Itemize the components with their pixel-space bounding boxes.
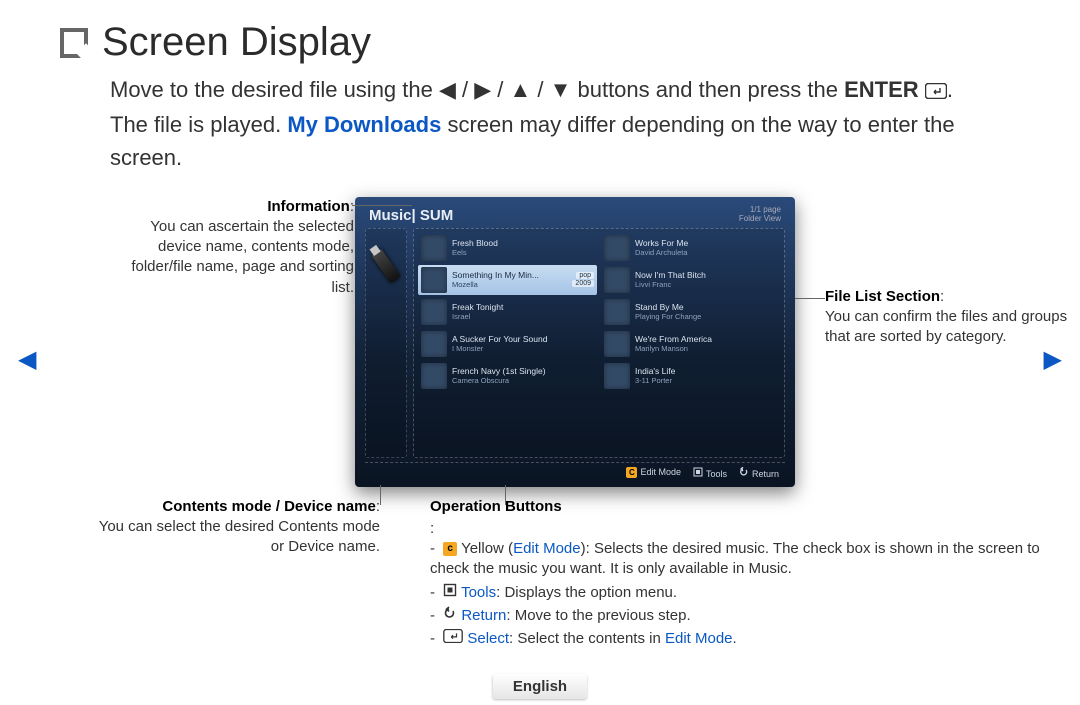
operation-bar: CEdit Mode Tools Return — [365, 462, 785, 479]
next-page-arrow[interactable]: ▶ — [1044, 345, 1062, 374]
file-list: Fresh BloodEelsSomething In My Min...Moz… — [413, 228, 785, 458]
album-thumb — [604, 299, 630, 325]
callout-contents-mode: Contents mode / Device name: You can sel… — [90, 497, 380, 558]
track-artist: David Archuleta — [635, 248, 777, 257]
page-title: Screen Display — [102, 20, 371, 65]
track-artist: Camera Obscura — [452, 376, 594, 385]
track-row[interactable]: Something In My Min...Mozellapop2009 — [418, 265, 597, 295]
callout-information: Information: You can ascertain the selec… — [124, 197, 354, 298]
track-name: French Navy (1st Single) — [452, 366, 594, 376]
track-row[interactable]: Freak TonightIsrael — [418, 297, 597, 327]
track-artist: 3-11 Porter — [635, 376, 777, 385]
return-icon — [739, 469, 749, 479]
enter-icon — [443, 629, 463, 649]
music-screenshot: Music| SUM 1/1 page Folder View Fresh Bl… — [355, 197, 795, 487]
track-name: Now I'm That Bitch — [635, 270, 777, 280]
track-artist: Marilyn Manson — [635, 344, 777, 353]
track-artist: Mozella — [452, 280, 567, 289]
track-row[interactable]: We're From AmericaMarilyn Manson — [601, 329, 780, 359]
track-name: A Sucker For Your Sound — [452, 334, 594, 344]
c-key-icon: C — [626, 467, 637, 478]
track-row[interactable]: Stand By MePlaying For Change — [601, 297, 780, 327]
track-row[interactable]: India's Life3-11 Porter — [601, 361, 780, 391]
c-key-icon: c — [443, 542, 457, 556]
track-artist: I Monster — [452, 344, 594, 353]
track-row[interactable]: Fresh BloodEels — [418, 233, 597, 263]
view-mode: Folder View — [739, 214, 781, 224]
track-row[interactable]: French Navy (1st Single)Camera Obscura — [418, 361, 597, 391]
track-name: We're From America — [635, 334, 777, 344]
album-thumb — [421, 331, 447, 357]
page-indicator: 1/1 page — [739, 205, 781, 215]
track-name: India's Life — [635, 366, 777, 376]
track-row[interactable]: Now I'm That BitchLivvi Franc — [601, 265, 780, 295]
callout-file-list: File List Section: You can confirm the f… — [825, 287, 1070, 348]
track-name: Stand By Me — [635, 302, 777, 312]
track-artist: Livvi Franc — [635, 280, 777, 289]
track-artist: Eels — [452, 248, 594, 257]
language-badge: English — [493, 674, 587, 699]
track-row[interactable]: A Sucker For Your SoundI Monster — [418, 329, 597, 359]
return-icon — [443, 606, 457, 626]
album-thumb — [421, 235, 447, 261]
album-thumb — [604, 235, 630, 261]
album-thumb — [604, 331, 630, 357]
usb-icon — [371, 249, 400, 284]
track-name: Works For Me — [635, 238, 777, 248]
track-name: Freak Tonight — [452, 302, 594, 312]
track-name: Something In My Min... — [452, 270, 567, 280]
track-artist: Israel — [452, 312, 594, 321]
callout-operation-buttons: Operation Buttons: - c Yellow (Edit Mode… — [430, 497, 1080, 653]
tools-icon — [443, 583, 457, 603]
track-row[interactable]: Works For MeDavid Archuleta — [601, 233, 780, 263]
album-thumb — [604, 363, 630, 389]
album-thumb — [604, 267, 630, 293]
device-sidebar — [365, 228, 407, 458]
album-thumb — [421, 363, 447, 389]
album-thumb — [421, 267, 447, 293]
album-thumb — [421, 299, 447, 325]
track-name: Fresh Blood — [452, 238, 594, 248]
track-artist: Playing For Change — [635, 312, 777, 321]
prev-page-arrow[interactable]: ◀ — [18, 345, 36, 374]
bookmark-icon — [60, 28, 88, 58]
intro-paragraph: Move to the desired file using the ◀ / ▶… — [110, 73, 990, 174]
enter-icon — [925, 75, 947, 108]
tools-icon — [693, 469, 703, 479]
screen-mode-title: Music — [369, 207, 412, 224]
